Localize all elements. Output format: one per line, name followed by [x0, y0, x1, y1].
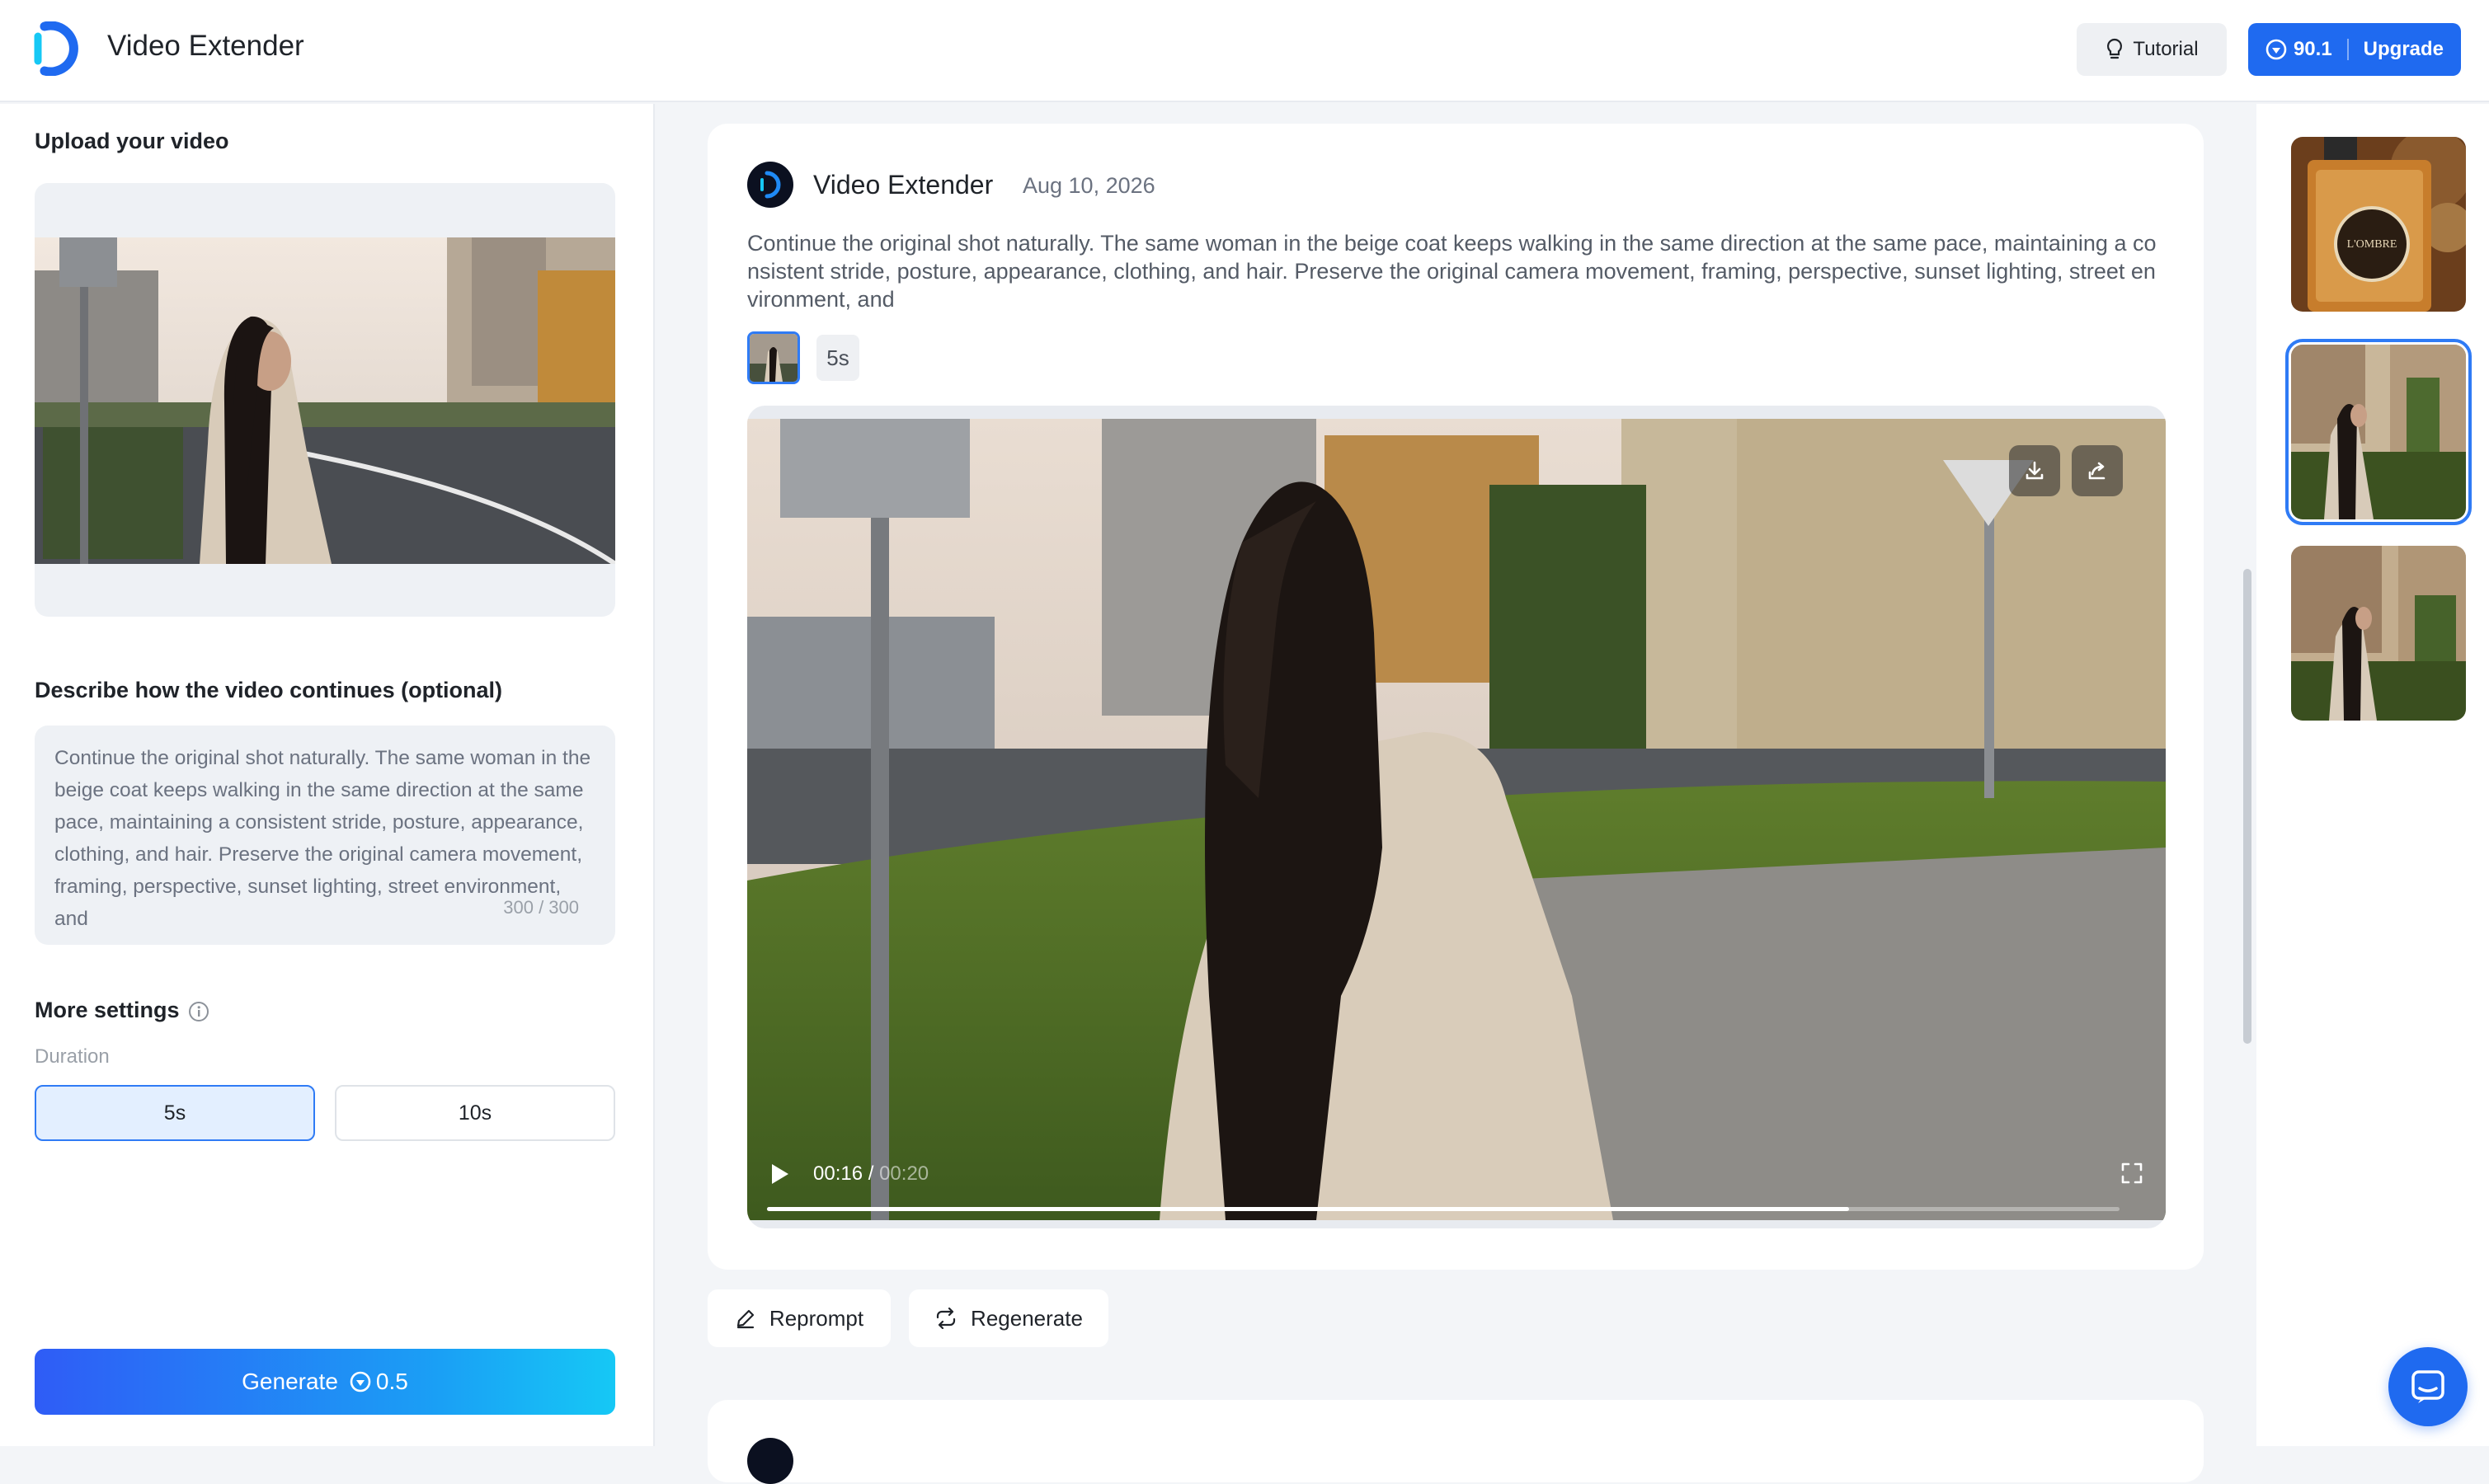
download-button[interactable]	[2009, 445, 2060, 496]
refresh-icon	[936, 1308, 956, 1329]
current-time: 00:16	[813, 1162, 863, 1185]
card-prompt-text: Continue the original shot naturally. Th…	[747, 231, 2157, 312]
woman-street-image	[2291, 345, 2466, 519]
history-item-woman-street-alt[interactable]	[2291, 546, 2466, 721]
app-title: Video Extender	[107, 30, 304, 62]
info-icon[interactable]	[188, 1001, 209, 1022]
generate-cost: 0.5	[350, 1369, 408, 1395]
video-progress-bar[interactable]	[767, 1207, 2120, 1211]
duration-option-5s[interactable]: 5s	[35, 1085, 315, 1141]
prompt-textarea[interactable]: Continue the original shot naturally. Th…	[35, 726, 615, 945]
credit-coin-icon	[2266, 39, 2287, 60]
credit-balance: 90.1	[2293, 38, 2332, 60]
download-icon	[2026, 461, 2044, 480]
credit-coin-icon	[350, 1371, 371, 1392]
reprompt-button[interactable]: Reprompt	[708, 1289, 891, 1347]
feed-scrollbar[interactable]	[2243, 569, 2251, 1044]
top-bar: Video Extender Tutorial 90.1 Upgrade	[0, 0, 2489, 102]
video-progress-fill	[767, 1207, 1849, 1211]
upload-dropzone[interactable]	[35, 183, 615, 617]
perfume-bottle-image: L'OMBRE	[2291, 137, 2466, 312]
card-app-name: Video Extender	[813, 170, 994, 200]
play-icon[interactable]	[767, 1161, 792, 1187]
woman-street-alt-image	[2291, 546, 2466, 721]
generate-button[interactable]: Generate 0.5	[35, 1349, 615, 1415]
time-separator: /	[863, 1162, 880, 1185]
video-player[interactable]	[747, 406, 2166, 1228]
duration-option-10s[interactable]: 10s	[335, 1085, 615, 1141]
app-logo-icon	[34, 21, 78, 76]
history-item-woman-street[interactable]	[2285, 339, 2472, 525]
share-icon	[2088, 462, 2106, 480]
regenerate-button[interactable]: Regenerate	[909, 1289, 1108, 1347]
upgrade-button[interactable]: 90.1 Upgrade	[2248, 23, 2461, 76]
describe-section-title: Describe how the video continues (option…	[35, 678, 503, 702]
chat-icon	[2411, 1370, 2444, 1403]
duration-badge: 5s	[816, 335, 859, 381]
divider	[2346, 39, 2349, 60]
playback-time: 00:16 / 00:20	[813, 1162, 929, 1186]
app-avatar-icon	[747, 1438, 793, 1484]
lightbulb-icon	[2107, 38, 2123, 59]
upload-section-title: Upload your video	[35, 129, 229, 153]
regenerate-label: Regenerate	[971, 1305, 1083, 1331]
support-chat-button[interactable]	[2388, 1347, 2468, 1426]
generate-cost-value: 0.5	[375, 1369, 408, 1394]
source-video-thumbnail[interactable]	[747, 331, 800, 384]
next-generation-card	[708, 1400, 2204, 1482]
history-item-perfume[interactable]: L'OMBRE	[2291, 137, 2466, 312]
uploaded-video-thumbnail	[35, 237, 615, 564]
app-avatar-icon	[747, 162, 793, 208]
video-frame-image	[747, 419, 2166, 1220]
more-settings-title: More settings	[35, 998, 180, 1022]
tutorial-button[interactable]: Tutorial	[2077, 23, 2227, 76]
generate-label: Generate	[242, 1369, 338, 1394]
share-button[interactable]	[2072, 445, 2123, 496]
upgrade-label: Upgrade	[2363, 38, 2444, 60]
svg-text:L'OMBRE: L'OMBRE	[2347, 238, 2397, 251]
pencil-icon	[736, 1309, 755, 1329]
tutorial-label: Tutorial	[2133, 38, 2199, 60]
duration-label: Duration	[35, 1045, 110, 1068]
source-thumbnail-image	[750, 334, 798, 382]
total-time: 00:20	[879, 1162, 929, 1185]
fullscreen-icon[interactable]	[2120, 1161, 2144, 1186]
card-date: Aug 10, 2026	[1023, 173, 1155, 198]
character-counter: 300 / 300	[503, 897, 579, 918]
reprompt-label: Reprompt	[769, 1305, 864, 1331]
